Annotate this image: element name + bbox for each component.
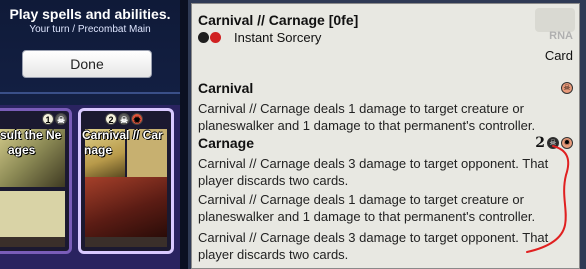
black-mana-icon: ☠ xyxy=(55,113,67,125)
card-footer xyxy=(85,237,167,247)
generic-cost: 2 xyxy=(535,135,545,151)
done-button[interactable]: Done xyxy=(22,50,152,78)
divider xyxy=(0,92,186,94)
card-detail-panel: Carnival // Carnage [0fe] Instant Sorcer… xyxy=(188,0,586,269)
card-title: Carnival // Car xyxy=(82,128,163,142)
type-line: Instant Sorcery xyxy=(234,30,322,45)
turn-phase-label: Your turn / Precombat Main xyxy=(29,24,151,35)
set-watermark xyxy=(535,8,575,32)
generic-mana-icon: 1 xyxy=(42,113,54,125)
card-mana-cost: 2 ☠ ✹ xyxy=(105,113,143,125)
ability-text: Carnival // Carnage deals 1 damage to ta… xyxy=(198,192,536,224)
card-footer xyxy=(0,237,65,247)
game-panel: Play spells and abilities. Your turn / P… xyxy=(0,0,186,269)
half-cost-carnival: ☠ xyxy=(561,82,573,94)
black-red-hybrid-icon: ☠ xyxy=(561,82,573,94)
set-code: RNA xyxy=(549,30,573,42)
black-mana-icon: ☠ xyxy=(547,137,559,149)
half-cost-carnage: 2 ☠ ✹ xyxy=(535,135,573,151)
red-mana-icon: ✹ xyxy=(561,137,573,149)
card-text-box xyxy=(0,191,65,237)
half-name-carnival: Carnival xyxy=(198,80,254,96)
card-detail-title: Carnival // Carnage [0fe] xyxy=(198,12,359,28)
black-mana-icon xyxy=(198,32,209,43)
ability-text: Carnival // Carnage deals 3 damage to ta… xyxy=(198,230,549,262)
rules-text-carnage: Carnival // Carnage deals 3 damage to ta… xyxy=(198,156,549,188)
card-title-line2: nage xyxy=(84,143,113,157)
object-kind: Card xyxy=(544,48,573,63)
prompt-title: Play spells and abilities. xyxy=(9,6,171,22)
rules-text-carnival: Carnival // Carnage deals 1 damage to ta… xyxy=(198,101,536,133)
card-mana-cost: 1 ☠ xyxy=(42,113,67,125)
half-name-carnage: Carnage xyxy=(198,135,255,151)
black-mana-icon: ☠ xyxy=(118,113,130,125)
red-mana-icon: ✹ xyxy=(131,113,143,125)
card-detail-box: Carnival // Carnage [0fe] Instant Sorcer… xyxy=(191,3,580,269)
red-mana-icon xyxy=(210,32,221,43)
card-art-carnage xyxy=(85,177,167,237)
generic-mana-icon: 2 xyxy=(105,113,117,125)
detail-mana-colors xyxy=(198,32,221,43)
